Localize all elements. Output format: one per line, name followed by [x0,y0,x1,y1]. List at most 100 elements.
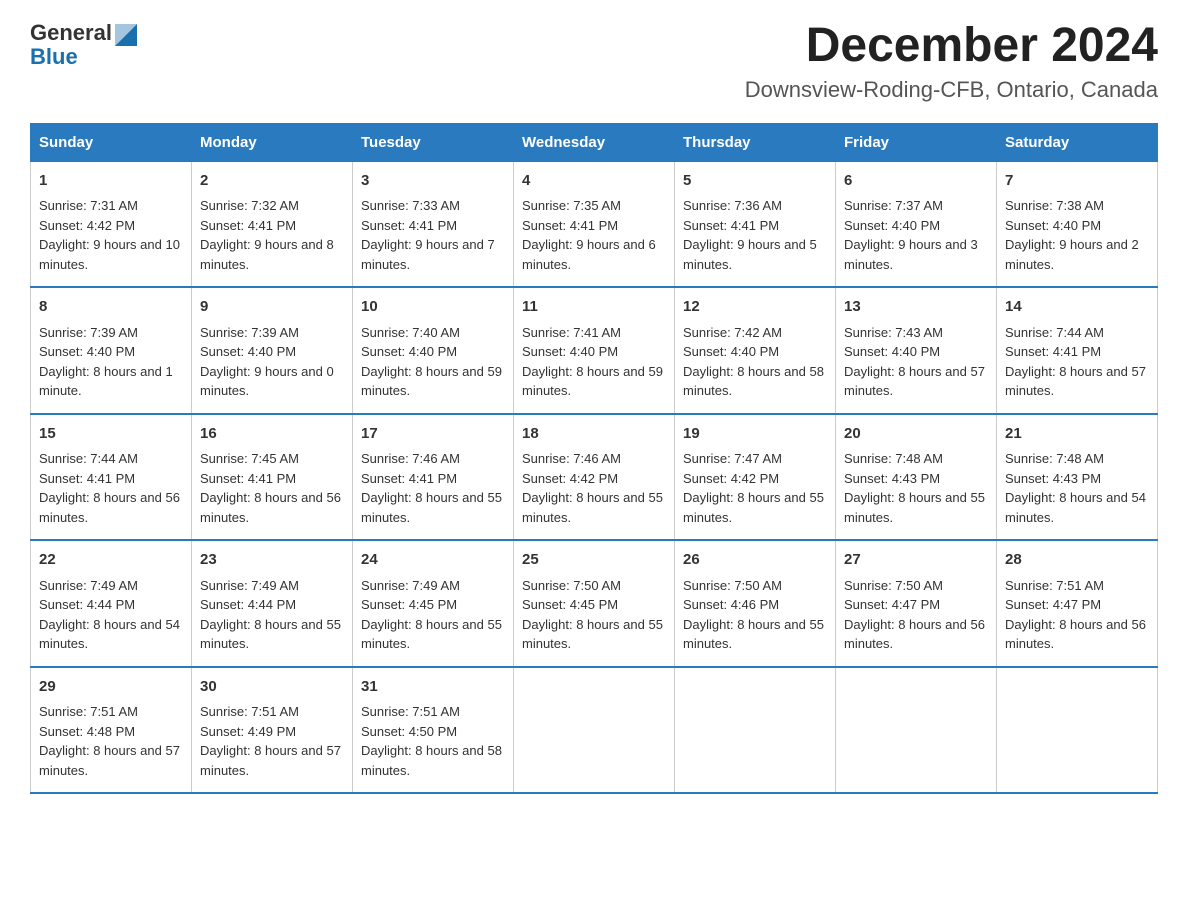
day-info: Sunrise: 7:50 AMSunset: 4:45 PMDaylight:… [522,576,666,654]
logo: General Blue [30,20,137,70]
calendar-cell: 3 Sunrise: 7:33 AMSunset: 4:41 PMDayligh… [353,161,514,287]
calendar-cell: 30 Sunrise: 7:51 AMSunset: 4:49 PMDaylig… [192,667,353,794]
month-title: December 2024 [745,20,1158,73]
day-number: 25 [522,549,666,572]
calendar-cell: 19 Sunrise: 7:47 AMSunset: 4:42 PMDaylig… [675,414,836,541]
calendar-cell: 21 Sunrise: 7:48 AMSunset: 4:43 PMDaylig… [997,414,1158,541]
logo-triangle-icon [115,18,137,46]
calendar-cell: 13 Sunrise: 7:43 AMSunset: 4:40 PMDaylig… [836,287,997,414]
day-number: 3 [361,170,505,193]
day-number: 4 [522,170,666,193]
day-info: Sunrise: 7:48 AMSunset: 4:43 PMDaylight:… [844,449,988,527]
calendar-cell: 2 Sunrise: 7:32 AMSunset: 4:41 PMDayligh… [192,161,353,287]
calendar-cell: 22 Sunrise: 7:49 AMSunset: 4:44 PMDaylig… [31,540,192,667]
day-info: Sunrise: 7:46 AMSunset: 4:42 PMDaylight:… [522,449,666,527]
calendar-cell: 1 Sunrise: 7:31 AMSunset: 4:42 PMDayligh… [31,161,192,287]
day-number: 30 [200,676,344,699]
title-area: December 2024 Downsview-Roding-CFB, Onta… [745,20,1158,103]
day-number: 5 [683,170,827,193]
day-info: Sunrise: 7:48 AMSunset: 4:43 PMDaylight:… [1005,449,1149,527]
calendar-cell: 26 Sunrise: 7:50 AMSunset: 4:46 PMDaylig… [675,540,836,667]
calendar-cell: 9 Sunrise: 7:39 AMSunset: 4:40 PMDayligh… [192,287,353,414]
calendar-week-row: 8 Sunrise: 7:39 AMSunset: 4:40 PMDayligh… [31,287,1158,414]
day-number: 16 [200,423,344,446]
calendar-cell: 14 Sunrise: 7:44 AMSunset: 4:41 PMDaylig… [997,287,1158,414]
day-info: Sunrise: 7:39 AMSunset: 4:40 PMDaylight:… [200,323,344,401]
day-info: Sunrise: 7:51 AMSunset: 4:50 PMDaylight:… [361,702,505,780]
day-info: Sunrise: 7:51 AMSunset: 4:49 PMDaylight:… [200,702,344,780]
weekday-header-wednesday: Wednesday [514,123,675,161]
day-info: Sunrise: 7:50 AMSunset: 4:46 PMDaylight:… [683,576,827,654]
logo-text-blue: Blue [30,44,78,70]
day-info: Sunrise: 7:51 AMSunset: 4:48 PMDaylight:… [39,702,183,780]
weekday-header-saturday: Saturday [997,123,1158,161]
day-number: 22 [39,549,183,572]
day-info: Sunrise: 7:49 AMSunset: 4:45 PMDaylight:… [361,576,505,654]
calendar-cell: 31 Sunrise: 7:51 AMSunset: 4:50 PMDaylig… [353,667,514,794]
day-number: 9 [200,296,344,319]
calendar-cell: 12 Sunrise: 7:42 AMSunset: 4:40 PMDaylig… [675,287,836,414]
calendar-cell: 10 Sunrise: 7:40 AMSunset: 4:40 PMDaylig… [353,287,514,414]
day-number: 2 [200,170,344,193]
day-info: Sunrise: 7:49 AMSunset: 4:44 PMDaylight:… [39,576,183,654]
day-number: 27 [844,549,988,572]
calendar-cell [997,667,1158,794]
calendar-week-row: 29 Sunrise: 7:51 AMSunset: 4:48 PMDaylig… [31,667,1158,794]
calendar-cell: 23 Sunrise: 7:49 AMSunset: 4:44 PMDaylig… [192,540,353,667]
day-number: 18 [522,423,666,446]
day-number: 23 [200,549,344,572]
weekday-header-friday: Friday [836,123,997,161]
day-number: 8 [39,296,183,319]
day-number: 21 [1005,423,1149,446]
location-title: Downsview-Roding-CFB, Ontario, Canada [745,77,1158,103]
day-info: Sunrise: 7:32 AMSunset: 4:41 PMDaylight:… [200,196,344,274]
day-info: Sunrise: 7:43 AMSunset: 4:40 PMDaylight:… [844,323,988,401]
day-number: 15 [39,423,183,446]
day-info: Sunrise: 7:49 AMSunset: 4:44 PMDaylight:… [200,576,344,654]
day-info: Sunrise: 7:50 AMSunset: 4:47 PMDaylight:… [844,576,988,654]
calendar-cell: 24 Sunrise: 7:49 AMSunset: 4:45 PMDaylig… [353,540,514,667]
day-number: 29 [39,676,183,699]
weekday-header-sunday: Sunday [31,123,192,161]
weekday-header-monday: Monday [192,123,353,161]
day-info: Sunrise: 7:45 AMSunset: 4:41 PMDaylight:… [200,449,344,527]
day-info: Sunrise: 7:38 AMSunset: 4:40 PMDaylight:… [1005,196,1149,274]
day-info: Sunrise: 7:39 AMSunset: 4:40 PMDaylight:… [39,323,183,401]
day-info: Sunrise: 7:36 AMSunset: 4:41 PMDaylight:… [683,196,827,274]
calendar-cell: 27 Sunrise: 7:50 AMSunset: 4:47 PMDaylig… [836,540,997,667]
calendar-week-row: 15 Sunrise: 7:44 AMSunset: 4:41 PMDaylig… [31,414,1158,541]
calendar-cell: 28 Sunrise: 7:51 AMSunset: 4:47 PMDaylig… [997,540,1158,667]
calendar-cell [836,667,997,794]
day-number: 20 [844,423,988,446]
calendar-cell: 29 Sunrise: 7:51 AMSunset: 4:48 PMDaylig… [31,667,192,794]
day-number: 24 [361,549,505,572]
day-info: Sunrise: 7:42 AMSunset: 4:40 PMDaylight:… [683,323,827,401]
day-info: Sunrise: 7:44 AMSunset: 4:41 PMDaylight:… [39,449,183,527]
day-number: 13 [844,296,988,319]
calendar-cell: 6 Sunrise: 7:37 AMSunset: 4:40 PMDayligh… [836,161,997,287]
day-number: 7 [1005,170,1149,193]
day-number: 12 [683,296,827,319]
day-number: 28 [1005,549,1149,572]
calendar-week-row: 1 Sunrise: 7:31 AMSunset: 4:42 PMDayligh… [31,161,1158,287]
calendar-table: SundayMondayTuesdayWednesdayThursdayFrid… [30,123,1158,795]
calendar-cell: 7 Sunrise: 7:38 AMSunset: 4:40 PMDayligh… [997,161,1158,287]
day-number: 31 [361,676,505,699]
day-info: Sunrise: 7:33 AMSunset: 4:41 PMDaylight:… [361,196,505,274]
calendar-cell: 18 Sunrise: 7:46 AMSunset: 4:42 PMDaylig… [514,414,675,541]
day-number: 26 [683,549,827,572]
day-number: 10 [361,296,505,319]
calendar-cell: 5 Sunrise: 7:36 AMSunset: 4:41 PMDayligh… [675,161,836,287]
day-number: 14 [1005,296,1149,319]
calendar-cell [514,667,675,794]
day-info: Sunrise: 7:46 AMSunset: 4:41 PMDaylight:… [361,449,505,527]
day-info: Sunrise: 7:41 AMSunset: 4:40 PMDaylight:… [522,323,666,401]
day-info: Sunrise: 7:47 AMSunset: 4:42 PMDaylight:… [683,449,827,527]
day-info: Sunrise: 7:40 AMSunset: 4:40 PMDaylight:… [361,323,505,401]
calendar-week-row: 22 Sunrise: 7:49 AMSunset: 4:44 PMDaylig… [31,540,1158,667]
calendar-cell: 25 Sunrise: 7:50 AMSunset: 4:45 PMDaylig… [514,540,675,667]
logo-text-general: General [30,20,112,46]
calendar-header-row: SundayMondayTuesdayWednesdayThursdayFrid… [31,123,1158,161]
calendar-cell: 4 Sunrise: 7:35 AMSunset: 4:41 PMDayligh… [514,161,675,287]
day-number: 17 [361,423,505,446]
